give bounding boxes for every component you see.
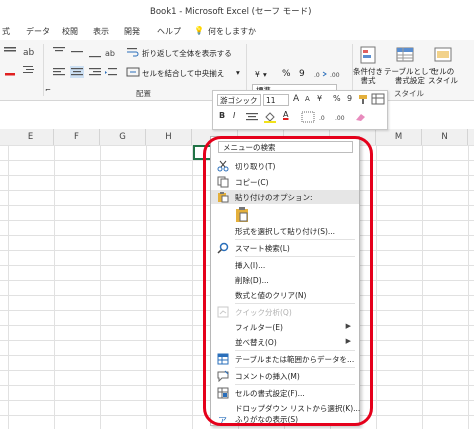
percent-button[interactable]: % [282, 69, 291, 79]
fill-color-icon[interactable] [263, 111, 277, 123]
font-color-button[interactable]: A [283, 110, 288, 119]
column-header[interactable]: F [54, 129, 100, 145]
lightbulb-icon[interactable]: 💡 [194, 26, 204, 35]
text-direction-icon[interactable]: ab [104, 46, 118, 58]
tab-developer[interactable]: 開発 [124, 26, 140, 37]
svg-text:ab: ab [23, 48, 35, 57]
percent-button[interactable]: % [333, 94, 341, 103]
styles-group-label: スタイル [394, 89, 424, 98]
ribbon-tabs: 式 データ 校閲 表示 開発 ヘルプ 💡 何をしますか [0, 20, 474, 40]
svg-text:ab: ab [105, 49, 115, 58]
ribbon-separator [246, 44, 247, 96]
svg-text:.00: .00 [335, 115, 345, 122]
merge-center-icon[interactable] [126, 66, 140, 78]
wrap-text-button[interactable]: 折り返して全体を表示する [142, 48, 232, 59]
merge-center-button[interactable]: セルを結合して中央揃え [142, 68, 224, 79]
svg-text:.0: .0 [314, 72, 320, 79]
tell-me-search[interactable]: 何をしますか [208, 26, 256, 37]
align-center-icon[interactable] [245, 111, 259, 123]
italic-button[interactable]: I [233, 111, 235, 120]
align-top-icon[interactable] [3, 45, 17, 57]
mini-toolbar: 游ゴシック 11 A A ¥ % 9 B I A .0 .00 [212, 90, 388, 130]
indent-icon[interactable] [22, 64, 36, 76]
highlight-annotation-ring [203, 136, 373, 426]
dialog-launcher-icon[interactable]: ⌐ [45, 86, 51, 94]
table-grid-icon[interactable] [371, 93, 385, 105]
font-size-select[interactable]: 11 [263, 94, 289, 106]
decrease-decimal-icon[interactable]: .00 [330, 68, 344, 80]
tab-data[interactable]: データ [26, 26, 50, 37]
align-center-icon[interactable] [70, 66, 84, 78]
align-bottom-icon[interactable] [88, 46, 102, 58]
bold-button[interactable]: B [219, 111, 225, 120]
tab-review[interactable]: 校閲 [62, 26, 78, 37]
tab-formulas[interactable]: 式 [2, 26, 10, 37]
ribbon-separator [43, 44, 44, 96]
comma-button[interactable]: 9 [299, 69, 305, 79]
tab-help[interactable]: ヘルプ [157, 26, 181, 37]
font-name-select[interactable]: 游ゴシック [217, 94, 261, 106]
align-left-icon[interactable] [52, 66, 66, 78]
orientation-icon[interactable]: ab [22, 45, 36, 57]
align-top-text-icon[interactable] [52, 46, 66, 58]
column-header[interactable]: H [146, 129, 192, 145]
grow-font-button[interactable]: A [293, 94, 299, 104]
title-bar: Book1 - Microsoft Excel (セーフ モード) [0, 0, 474, 20]
cell-styles-icon[interactable] [432, 44, 454, 66]
chevron-down-icon[interactable]: ▾ [236, 68, 240, 77]
cell-styles-button[interactable]: セルの スタイル [428, 67, 458, 85]
tab-view[interactable]: 表示 [93, 26, 109, 37]
decrease-indent-icon[interactable] [104, 66, 118, 78]
conditional-format-button[interactable]: 条件付き 書式 [353, 67, 383, 85]
comma-button[interactable]: 9 [347, 94, 352, 103]
align-middle-icon[interactable] [70, 46, 84, 58]
decrease-decimal-icon[interactable]: .00 [335, 111, 349, 123]
svg-text:.0: .0 [319, 115, 325, 122]
format-painter-icon[interactable] [357, 93, 371, 105]
increase-decimal-icon[interactable]: .0 [319, 111, 333, 123]
window-title: Book1 - Microsoft Excel (セーフ モード) [150, 7, 312, 17]
currency-button[interactable]: ¥ [317, 94, 322, 103]
increase-decimal-icon[interactable]: .0 [314, 68, 328, 80]
column-header[interactable]: N [422, 129, 468, 145]
alignment-group-label: 配置 [136, 89, 151, 98]
shrink-font-button[interactable]: A [305, 95, 310, 103]
wrap-text-icon[interactable] [126, 46, 140, 58]
conditional-format-icon[interactable] [358, 44, 380, 66]
svg-text:.00: .00 [330, 72, 340, 79]
column-header[interactable]: M [376, 129, 422, 145]
align-right-icon[interactable] [88, 66, 102, 78]
font-color-icon[interactable] [3, 64, 17, 76]
format-as-table-icon[interactable] [394, 44, 416, 66]
column-header[interactable]: E [8, 129, 54, 145]
currency-button[interactable]: ¥ [255, 70, 260, 79]
column-header[interactable]: G [100, 129, 146, 145]
borders-icon[interactable] [301, 111, 315, 123]
eraser-icon[interactable] [353, 111, 367, 123]
chevron-down-icon[interactable]: ▾ [263, 70, 267, 79]
